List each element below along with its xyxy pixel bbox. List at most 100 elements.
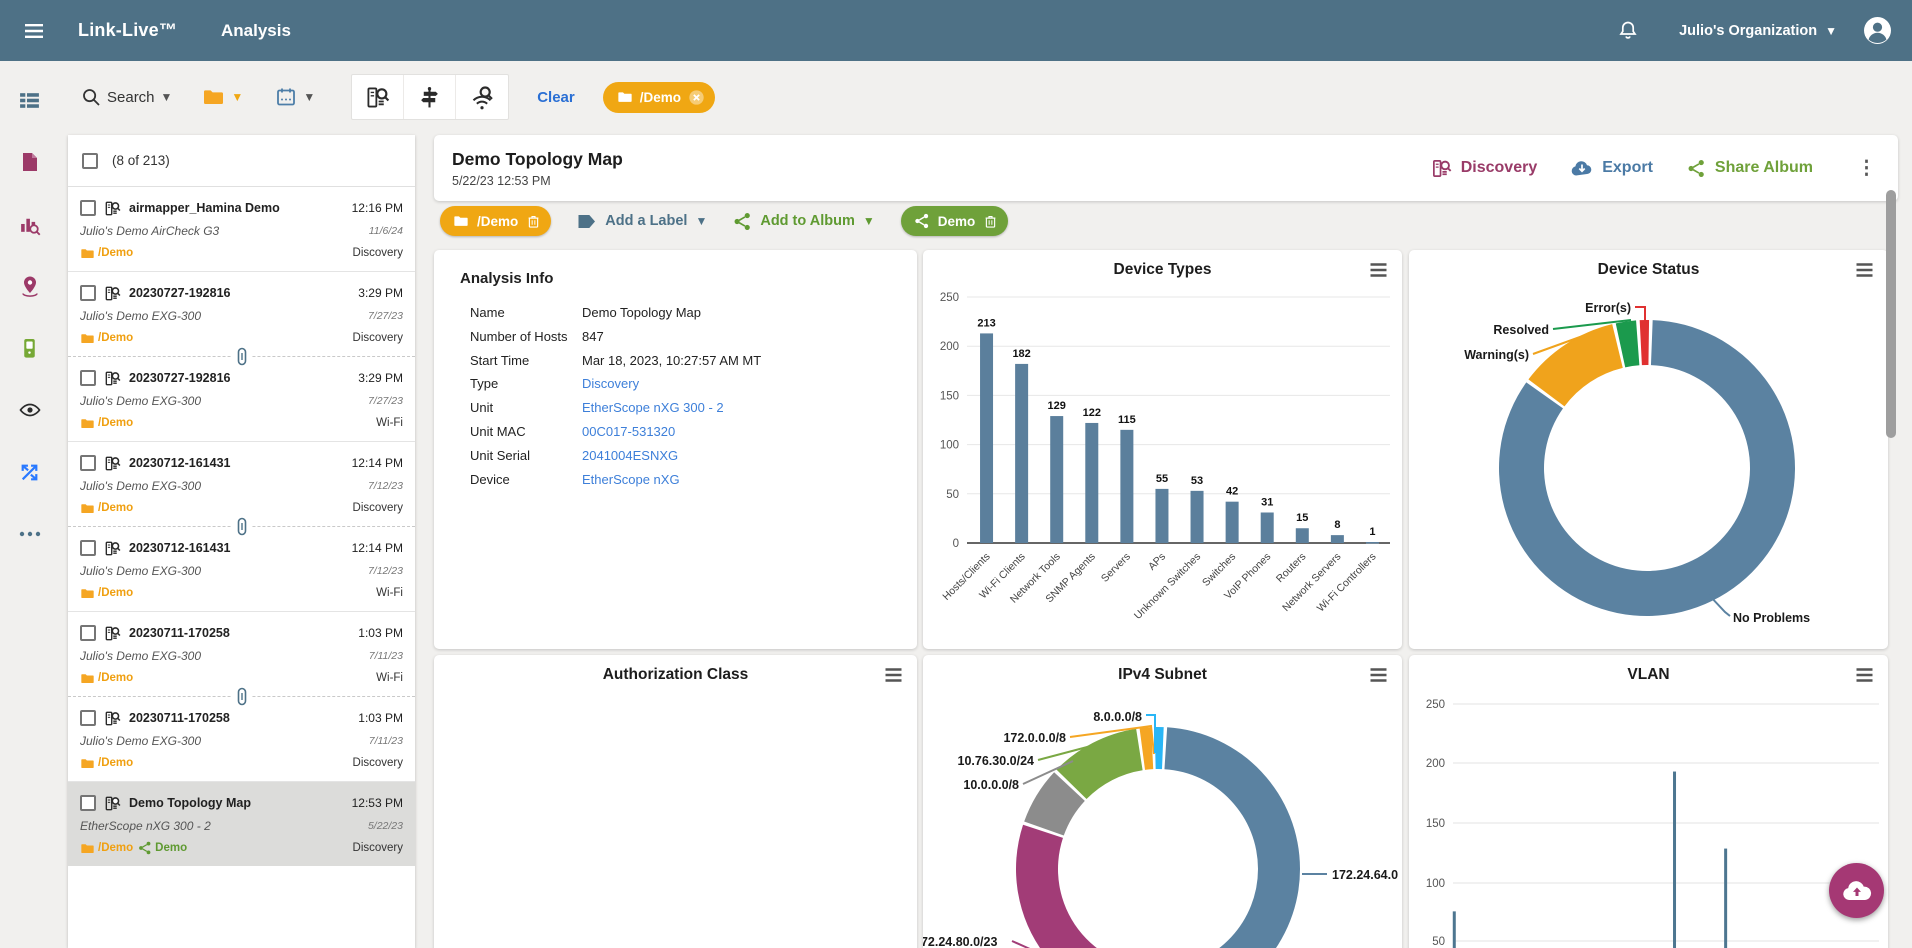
folder-filter[interactable]: ▼ xyxy=(202,87,243,107)
discovery-file-icon xyxy=(104,625,121,642)
discovery-file-icon xyxy=(1431,158,1452,179)
clear-filters-button[interactable]: Clear xyxy=(537,89,575,106)
discovery-button[interactable]: Discovery xyxy=(1431,158,1538,179)
svg-text:200: 200 xyxy=(1426,758,1445,770)
user-avatar[interactable] xyxy=(1863,16,1892,45)
cloud-upload-icon xyxy=(1842,879,1872,903)
info-value[interactable]: 00C017-531320 xyxy=(582,420,675,444)
result-folder-tag[interactable]: /Demo xyxy=(80,417,133,430)
result-name: 20230712-161431 xyxy=(129,541,344,555)
result-folder-tag[interactable]: /Demo xyxy=(80,842,133,855)
result-time: 12:53 PM xyxy=(352,796,403,810)
svg-text:50: 50 xyxy=(946,489,959,501)
add-to-album-button[interactable]: Add to Album ▼ xyxy=(733,212,874,231)
search-icon xyxy=(81,87,101,107)
result-checkbox[interactable] xyxy=(80,710,96,726)
remove-filter-icon[interactable] xyxy=(688,89,705,106)
result-checkbox[interactable] xyxy=(80,370,96,386)
remove-folder-tag-icon[interactable] xyxy=(526,213,541,229)
result-name: Demo Topology Map xyxy=(129,796,344,810)
info-label: Start Time xyxy=(460,349,582,373)
result-checkbox[interactable] xyxy=(80,455,96,471)
info-value[interactable]: EtherScope nXG 300 - 2 xyxy=(582,396,724,420)
chevron-down-icon: ▼ xyxy=(303,90,315,104)
upload-cloud-fab[interactable] xyxy=(1829,863,1884,918)
info-value[interactable]: EtherScope nXG xyxy=(582,468,680,492)
app-brand: Link-Live™ xyxy=(78,20,177,41)
result-album-tag[interactable]: Demo xyxy=(138,841,187,855)
scrollbar-thumb[interactable] xyxy=(1886,190,1896,438)
result-date: 7/27/23 xyxy=(368,310,403,322)
svg-text:150: 150 xyxy=(1426,818,1445,830)
info-value[interactable]: 2041004ESNXG xyxy=(582,444,678,468)
connections-arrows-icon[interactable] xyxy=(0,449,59,495)
authorization-class-chart-card: Authorization Class xyxy=(434,655,917,948)
svg-text:8.0.0.0/8: 8.0.0.0/8 xyxy=(1093,710,1142,724)
result-list-item[interactable]: 20230712-16143112:14 PMJulio's Demo EXG-… xyxy=(68,527,415,611)
result-checkbox[interactable] xyxy=(80,625,96,641)
info-label: Device xyxy=(460,468,582,492)
discovery-filter-toggle[interactable] xyxy=(352,75,404,119)
results-list-panel: (8 of 213) airmapper_Hamina Demo12:16 PM… xyxy=(68,135,415,948)
results-list-header: (8 of 213) xyxy=(68,135,415,187)
device-status-chart-card: Device Status No ProblemsWarning(s)Resol… xyxy=(1409,250,1888,649)
chevron-down-icon: ▼ xyxy=(695,214,707,228)
svg-text:Error(s): Error(s) xyxy=(1585,301,1631,315)
result-name: airmapper_Hamina Demo xyxy=(129,201,344,215)
result-checkbox[interactable] xyxy=(80,285,96,301)
active-filter-chip[interactable]: /Demo xyxy=(603,82,715,113)
reports-icon[interactable] xyxy=(0,139,59,185)
analysis-charts-icon[interactable] xyxy=(0,201,59,247)
svg-text:Warning(s): Warning(s) xyxy=(1464,348,1529,362)
result-list-item[interactable]: 20230727-1928163:29 PMJulio's Demo EXG-3… xyxy=(68,357,415,441)
result-folder-tag[interactable]: /Demo xyxy=(80,672,133,685)
wifi-analysis-filter-toggle[interactable] xyxy=(456,75,508,119)
share-album-button[interactable]: Share Album xyxy=(1687,159,1813,178)
result-folder-tag[interactable]: /Demo xyxy=(80,332,133,345)
results-list-icon[interactable] xyxy=(0,77,59,123)
result-list-item[interactable]: 20230727-1928163:29 PMJulio's Demo EXG-3… xyxy=(68,272,415,356)
export-button[interactable]: Export xyxy=(1571,159,1653,177)
result-list-item[interactable]: airmapper_Hamina Demo12:16 PMJulio's Dem… xyxy=(68,187,415,271)
result-folder-tag[interactable]: /Demo xyxy=(80,587,133,600)
folder-icon xyxy=(80,332,95,345)
result-folder-tag[interactable]: /Demo xyxy=(80,502,133,515)
select-all-checkbox[interactable] xyxy=(82,153,98,169)
result-type: Wi-Fi xyxy=(376,417,403,429)
result-checkbox[interactable] xyxy=(80,540,96,556)
result-folder-tag[interactable]: /Demo xyxy=(80,247,133,260)
info-label: Name xyxy=(460,301,582,325)
remove-album-tag-icon[interactable] xyxy=(983,213,998,229)
search-control[interactable]: Search ▼ xyxy=(81,87,172,107)
result-checkbox[interactable] xyxy=(80,200,96,216)
path-analysis-filter-toggle[interactable] xyxy=(404,75,456,119)
share-icon xyxy=(1687,159,1706,178)
result-checkbox[interactable] xyxy=(80,795,96,811)
album-tag-chip[interactable]: Demo xyxy=(901,206,1009,236)
hamburger-menu-icon[interactable] xyxy=(14,11,54,51)
notifications-bell-icon[interactable] xyxy=(1613,16,1643,46)
organization-switcher[interactable]: Julio's Organization ▼ xyxy=(1679,23,1837,39)
result-time: 12:14 PM xyxy=(352,456,403,470)
date-filter[interactable]: ▼ xyxy=(275,86,315,108)
folder-icon xyxy=(80,757,95,770)
result-unit: Julio's Demo EXG-300 xyxy=(80,479,201,493)
result-list-item[interactable]: Demo Topology Map12:53 PMEtherScope nXG … xyxy=(68,782,415,866)
result-list-item[interactable]: 20230711-1702581:03 PMJulio's Demo EXG-3… xyxy=(68,697,415,781)
observer-eye-icon[interactable] xyxy=(0,387,59,433)
folder-icon xyxy=(80,842,95,855)
calendar-icon xyxy=(275,86,297,108)
add-label-button[interactable]: Add a Label ▼ xyxy=(577,213,707,230)
vlan-chart-card: VLAN 25020015010050 xyxy=(1409,655,1888,948)
info-value[interactable]: Discovery xyxy=(582,372,639,396)
airmapper-location-icon[interactable] xyxy=(0,263,59,309)
organization-name: Julio's Organization xyxy=(1679,23,1817,39)
result-folder-tag[interactable]: /Demo xyxy=(80,757,133,770)
result-list-item[interactable]: 20230712-16143112:14 PMJulio's Demo EXG-… xyxy=(68,442,415,526)
folder-tag-chip[interactable]: /Demo xyxy=(440,206,551,236)
units-device-icon[interactable] xyxy=(0,325,59,371)
linked-divider xyxy=(68,356,415,357)
result-list-item[interactable]: 20230711-1702581:03 PMJulio's Demo EXG-3… xyxy=(68,612,415,696)
more-actions-kebab-icon[interactable]: ⋮ xyxy=(1853,157,1880,180)
more-options-icon[interactable] xyxy=(0,511,59,557)
